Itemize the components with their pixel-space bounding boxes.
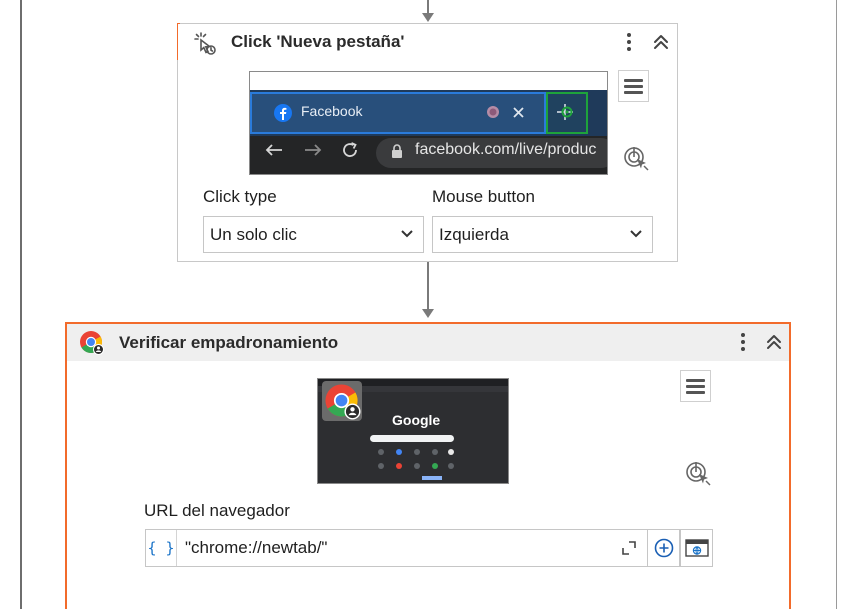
chevron-down-icon — [401, 230, 413, 238]
collapse-icon[interactable] — [764, 332, 784, 352]
reload-icon — [343, 142, 357, 157]
variable-picker-icon[interactable]: { } — [146, 530, 177, 566]
click-activity-header[interactable]: Click 'Nueva pestaña' — [178, 24, 677, 60]
click-activity-icon — [194, 32, 216, 55]
lock-icon — [392, 144, 402, 158]
close-tab-icon — [513, 107, 524, 118]
browser-url-value[interactable]: "chrome://newtab/" — [177, 538, 618, 558]
browser-screenshot: Google — [317, 378, 509, 484]
browser-url-label: URL del navegador — [144, 501, 290, 520]
click-type-label: Click type — [203, 187, 277, 206]
back-arrow-icon — [265, 144, 282, 156]
connector-arrow-top — [422, 13, 434, 22]
mouse-button-label: Mouse button — [432, 187, 536, 206]
mouse-button-select[interactable]: Izquierda — [432, 216, 653, 253]
shortcut-tiles — [374, 449, 456, 475]
connector-arrow-middle — [422, 309, 434, 318]
search-box — [370, 435, 454, 442]
menu-icon[interactable] — [680, 370, 711, 402]
plus-icon — [654, 538, 673, 558]
verify-activity-header[interactable]: Verificar empadronamiento — [67, 324, 789, 361]
address-bar-text: facebook.com/live/produc — [415, 141, 597, 158]
facebook-icon — [274, 104, 292, 122]
add-button[interactable] — [647, 529, 680, 567]
click-target-screenshot: Facebook facebook.com/live/produc — [249, 71, 608, 175]
new-tab-target-icon — [557, 104, 573, 120]
more-options-icon[interactable] — [740, 331, 746, 353]
chrome-logo-icon — [325, 384, 361, 420]
collapse-icon[interactable] — [651, 32, 671, 52]
click-type-select[interactable]: Un solo clic — [203, 216, 424, 253]
facebook-tab-label: Facebook — [301, 103, 363, 119]
connector-top — [427, 0, 429, 14]
recording-dot-icon — [487, 106, 499, 118]
browser-url-field[interactable]: { } "chrome://newtab/" — [145, 529, 649, 567]
chevron-down-icon — [630, 230, 642, 238]
click-activity-title: Click 'Nueva pestaña' — [231, 32, 405, 51]
right-rail — [836, 0, 837, 609]
mouse-button-value: Izquierda — [439, 224, 509, 244]
indicate-target-icon[interactable] — [684, 459, 712, 487]
chrome-icon — [80, 331, 104, 355]
forward-arrow-icon — [305, 144, 322, 156]
more-options-icon[interactable] — [626, 31, 632, 53]
left-rail — [20, 0, 22, 609]
click-activity-card[interactable]: Click 'Nueva pestaña' Facebook facebook.… — [177, 23, 678, 262]
browser-icon — [684, 539, 709, 557]
browser-button[interactable] — [680, 529, 713, 567]
connector-middle — [427, 262, 429, 310]
verify-activity-title: Verificar empadronamiento — [119, 333, 339, 352]
expand-icon[interactable] — [618, 537, 640, 559]
click-type-value: Un solo clic — [210, 224, 297, 244]
indicate-target-icon[interactable] — [622, 144, 650, 172]
verify-activity-card[interactable]: Verificar empadronamiento Google URL del… — [65, 322, 791, 609]
menu-icon[interactable] — [618, 70, 649, 102]
google-logo-text: Google — [392, 412, 441, 428]
